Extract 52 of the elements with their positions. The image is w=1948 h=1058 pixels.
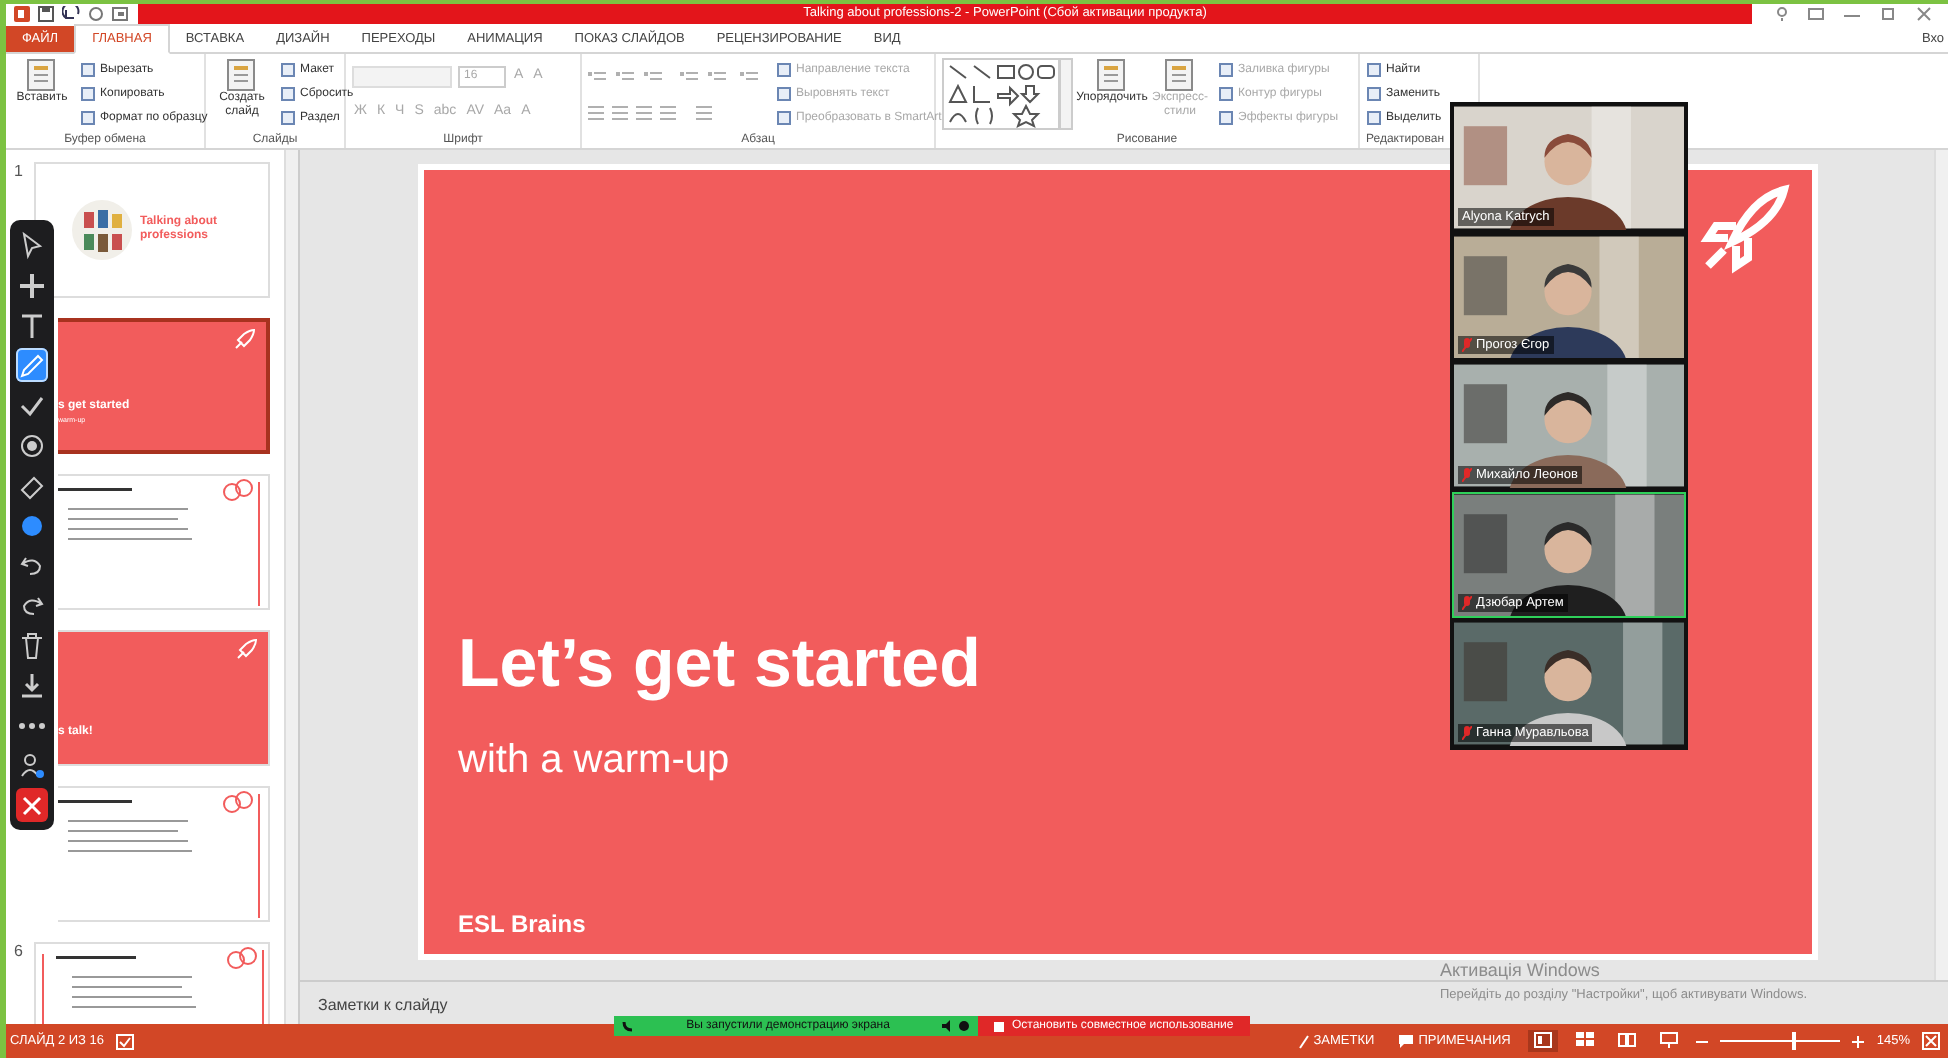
normal-view-icon: [1534, 1031, 1553, 1048]
user-icon: [16, 749, 48, 781]
document-icon: [224, 58, 260, 92]
save-icon[interactable]: [38, 6, 54, 22]
shapes-gallery[interactable]: [942, 58, 1074, 130]
spotlight-icon: [16, 429, 48, 461]
slideshow-icon: [1660, 1031, 1679, 1048]
grid-view-icon: [1576, 1031, 1595, 1048]
slide-number: 1: [14, 162, 25, 180]
rocket-icon: [1696, 182, 1792, 278]
slide-title: Let’s get started: [458, 626, 981, 702]
zoom-slider-thumb[interactable]: [1792, 1032, 1797, 1050]
slide-subtitle: with a warm-up: [458, 736, 730, 786]
close-icon[interactable]: [1916, 6, 1932, 22]
view-button[interactable]: [1528, 1029, 1559, 1053]
document-icon: [24, 58, 60, 92]
stop-icon: [994, 1021, 1004, 1031]
fit-icon[interactable]: [1922, 1032, 1940, 1050]
pencil-icon: [16, 349, 48, 381]
more-icon: [18, 721, 46, 729]
help-icon[interactable]: [1776, 6, 1788, 22]
trash-icon: [16, 629, 48, 661]
undo-icon[interactable]: [62, 6, 80, 22]
app-icon: [14, 6, 30, 22]
annotation-tool[interactable]: [16, 788, 48, 822]
annotation-tool[interactable]: [16, 628, 48, 662]
brand-text: ESL Brains: [458, 908, 586, 942]
scrollbar[interactable]: [1934, 150, 1948, 980]
annotation-tool[interactable]: [16, 748, 48, 782]
text-icon: [16, 309, 48, 341]
document-icon: [1094, 58, 1130, 92]
restore-icon[interactable]: [1880, 6, 1896, 22]
zoom-in-icon[interactable]: [1852, 1033, 1865, 1049]
download-icon: [16, 669, 48, 701]
rocket-icon: [234, 638, 258, 662]
comment-icon: [1398, 1033, 1415, 1049]
activation-title: Активація Windows: [1440, 960, 1602, 982]
pen-icon: [1297, 1033, 1310, 1049]
slide-number: 6: [14, 942, 25, 960]
book-view-icon: [1618, 1031, 1637, 1048]
scrollbar[interactable]: [284, 150, 298, 1024]
phone-icon: [622, 1020, 634, 1032]
audio-icons: [942, 1020, 970, 1032]
ribbon-options-icon[interactable]: [1808, 6, 1824, 22]
annotation-tool[interactable]: [16, 668, 48, 702]
rocket-icon: [232, 328, 256, 352]
move-icon: [16, 269, 48, 301]
annotation-tool[interactable]: [16, 348, 48, 382]
spelling-icon[interactable]: [116, 1033, 135, 1049]
annotation-tool[interactable]: [16, 268, 48, 302]
document-icon: [1162, 58, 1198, 92]
slideshow-icon[interactable]: [112, 6, 130, 22]
